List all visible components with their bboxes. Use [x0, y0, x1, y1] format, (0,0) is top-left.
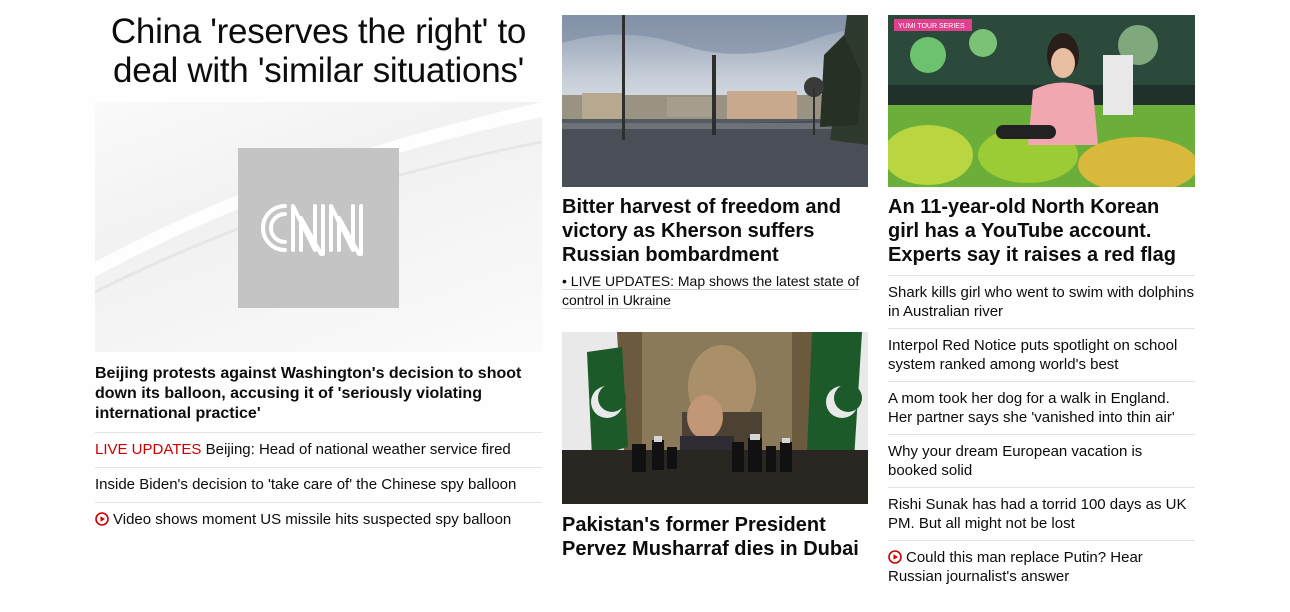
- related-link-live-updates[interactable]: LIVE UPDATES Beijing: Head of national w…: [95, 432, 542, 467]
- kherson-story-title[interactable]: Bitter harvest of freedom and victory as…: [562, 195, 868, 267]
- north-korea-story-title[interactable]: An 11-year-old North Korean girl has a Y…: [888, 195, 1195, 267]
- kherson-live-updates-link[interactable]: • LIVE UPDATES: Map shows the latest sta…: [562, 273, 860, 309]
- play-circle-icon: [95, 512, 109, 526]
- related-link-text: Video shows moment US missile hits suspe…: [113, 511, 512, 528]
- live-updates-tag: LIVE UPDATES: [95, 441, 202, 458]
- musharraf-story-title[interactable]: Pakistan's former President Pervez Musha…: [562, 513, 868, 561]
- middle-column: Bitter harvest of freedom and victory as…: [562, 15, 868, 561]
- related-link-biden[interactable]: Inside Biden's decision to 'take care of…: [95, 467, 542, 502]
- lead-story-title[interactable]: Beijing protests against Washington's de…: [95, 364, 542, 424]
- north-korea-girl-photo[interactable]: YUMI TOUR SERIES: [888, 15, 1195, 187]
- lead-story-column: China 'reserves the right' to deal with …: [95, 12, 542, 537]
- headline-list: Shark kills girl who went to swim with d…: [888, 275, 1195, 593]
- headline-item-putin-video[interactable]: Could this man replace Putin? Hear Russi…: [888, 540, 1195, 593]
- kherson-live-updates[interactable]: • LIVE UPDATES: Map shows the latest sta…: [562, 272, 862, 310]
- headline-item-vacation[interactable]: Why your dream European vacation is book…: [888, 434, 1195, 487]
- related-link-text: Beijing: Head of national weather servic…: [205, 441, 511, 458]
- related-link-video[interactable]: Video shows moment US missile hits suspe…: [95, 502, 542, 537]
- kherson-photo[interactable]: [562, 15, 868, 187]
- headline-item-sunak[interactable]: Rishi Sunak has had a torrid 100 days as…: [888, 487, 1195, 540]
- musharraf-photo[interactable]: [562, 332, 868, 504]
- headline-text: Could this man replace Putin? Hear Russi…: [888, 549, 1143, 585]
- related-link-text: Inside Biden's decision to 'take care of…: [95, 476, 517, 493]
- video-series-badge: YUMI TOUR SERIES: [898, 23, 965, 30]
- play-circle-icon: [888, 550, 902, 564]
- cnn-logo-icon: [260, 204, 363, 256]
- musharraf-press-conference-image: [562, 332, 868, 504]
- right-column: YUMI TOUR SERIES An 11-year-old North Ko…: [888, 15, 1195, 593]
- kherson-street-image: [562, 15, 868, 187]
- headline-item-shark[interactable]: Shark kills girl who went to swim with d…: [888, 275, 1195, 328]
- cnn-logo: [238, 148, 399, 308]
- related-links-list: LIVE UPDATES Beijing: Head of national w…: [95, 432, 542, 537]
- north-korea-bumper-cars-image: YUMI TOUR SERIES: [888, 15, 1195, 187]
- lead-headline[interactable]: China 'reserves the right' to deal with …: [95, 12, 542, 90]
- headline-item-interpol[interactable]: Interpol Red Notice puts spotlight on sc…: [888, 328, 1195, 381]
- lead-image-placeholder[interactable]: [95, 102, 542, 352]
- headline-item-mom-dog[interactable]: A mom took her dog for a walk in England…: [888, 381, 1195, 434]
